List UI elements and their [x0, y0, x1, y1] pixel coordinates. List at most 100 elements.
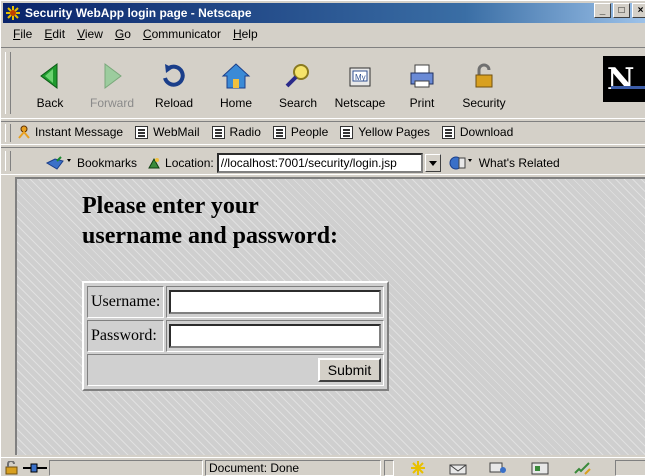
- home-label: Home: [219, 96, 252, 110]
- username-input[interactable]: [169, 290, 382, 314]
- toolbar-grip[interactable]: [5, 52, 11, 114]
- menu-file[interactable]: File: [7, 27, 38, 41]
- minimize-button[interactable]: _: [594, 3, 611, 18]
- instant-message-component-icon[interactable]: [489, 461, 507, 475]
- password-label: Password:: [87, 320, 165, 352]
- bookmarks-label: Bookmarks: [77, 156, 138, 170]
- bookmarks-button[interactable]: Bookmarks: [45, 155, 137, 171]
- url-input[interactable]: [216, 153, 423, 173]
- submit-button[interactable]: Submit: [317, 358, 382, 382]
- search-icon: [285, 64, 309, 88]
- home-button[interactable]: Home: [205, 50, 267, 114]
- netscape-button[interactable]: My Netscape: [329, 50, 391, 114]
- navigator-component-icon[interactable]: [409, 461, 427, 475]
- personal-toolbar: Instant Message WebMail Radio People Yel…: [1, 121, 645, 145]
- page-heading: Please enter your username and password:: [82, 191, 338, 251]
- whats-related-button[interactable]: What's Related: [447, 155, 560, 171]
- bookmarks-icon: [45, 156, 71, 170]
- maximize-icon: □: [618, 4, 625, 16]
- toolbar-grip[interactable]: [5, 151, 11, 171]
- mail-component-icon[interactable]: [449, 461, 467, 475]
- security-status-icon[interactable]: [3, 461, 21, 475]
- menu-label-rest: iew: [84, 27, 103, 41]
- webmail-label: WebMail: [153, 125, 200, 139]
- download-button[interactable]: Download: [441, 125, 514, 139]
- menu-go[interactable]: Go: [109, 27, 137, 41]
- username-cell: [166, 286, 385, 318]
- yellow-pages-button[interactable]: Yellow Pages: [340, 125, 430, 139]
- edit-component-icon[interactable]: [573, 461, 591, 475]
- security-button[interactable]: Security: [453, 50, 515, 114]
- menu-edit[interactable]: Edit: [38, 27, 71, 41]
- search-label: Search: [278, 96, 318, 110]
- forward-button[interactable]: Forward: [81, 50, 143, 114]
- minimize-icon: _: [599, 4, 606, 16]
- print-icon: [410, 64, 434, 88]
- composer-component-icon[interactable]: [531, 461, 549, 475]
- menu-label-rest: dit: [52, 27, 66, 41]
- menu-bar: File Edit View Go Communicator Help: [7, 25, 264, 43]
- instant-message-button[interactable]: Instant Message: [17, 125, 123, 139]
- navigation-toolbar: Back Forward Reload Home Search My Netsc…: [1, 47, 645, 119]
- window-controls: _ □ ×: [594, 3, 645, 18]
- title-bar[interactable]: Security WebApp login page - Netscape: [3, 3, 645, 23]
- forward-arrow-icon: [104, 63, 122, 89]
- bookmark-page-icon: [135, 125, 149, 139]
- location-icon[interactable]: [147, 156, 161, 170]
- page-content: Please enter your username and password:…: [15, 177, 645, 455]
- search-button[interactable]: Search: [267, 50, 329, 114]
- download-label: Download: [459, 125, 514, 139]
- webmail-button[interactable]: WebMail: [135, 125, 200, 139]
- bookmark-page-icon: [340, 125, 354, 139]
- netscape-icon: My: [349, 67, 371, 87]
- menu-view[interactable]: View: [71, 27, 109, 41]
- location-toolbar: Bookmarks Location: What's Related: [1, 147, 645, 175]
- close-button[interactable]: ×: [632, 3, 645, 18]
- menu-label-rest: ile: [20, 27, 33, 41]
- close-icon: ×: [637, 4, 644, 16]
- netscape-logo[interactable]: N: [603, 56, 645, 102]
- svg-text:My: My: [355, 73, 366, 82]
- password-input[interactable]: [169, 324, 382, 348]
- menu-accel: C: [142, 27, 152, 41]
- window-title: Security WebApp login page - Netscape: [25, 6, 252, 20]
- back-arrow-icon: [40, 63, 58, 89]
- location-label: Location:: [165, 156, 214, 170]
- status-text: Document: Done: [205, 460, 381, 476]
- back-button[interactable]: Back: [19, 50, 81, 114]
- username-row: Username:: [87, 286, 385, 318]
- login-form: Username: Password: Submit: [82, 281, 390, 391]
- location-label-group: Location:: [147, 156, 214, 170]
- submit-cell: Submit: [87, 354, 385, 386]
- menu-help[interactable]: Help: [227, 27, 264, 41]
- maximize-button[interactable]: □: [613, 3, 630, 18]
- resize-grip[interactable]: [615, 460, 645, 476]
- heading-line-2: username and password:: [82, 223, 339, 249]
- menu-accel: V: [77, 27, 85, 41]
- bookmark-page-icon: [441, 125, 455, 139]
- security-label: Security: [462, 96, 506, 110]
- print-button[interactable]: Print: [391, 50, 453, 114]
- toolbar-grip[interactable]: [5, 124, 11, 142]
- lock-icon: [475, 63, 493, 88]
- netscape-logo-letter: N: [607, 61, 635, 97]
- connection-status-icon: [23, 463, 47, 473]
- password-cell: [166, 320, 385, 352]
- radio-button[interactable]: Radio: [211, 125, 261, 139]
- reload-button[interactable]: Reload: [143, 50, 205, 114]
- password-row: Password:: [87, 320, 385, 352]
- reload-label: Reload: [154, 96, 194, 110]
- heading-line-1: Please enter your: [82, 193, 259, 219]
- url-dropdown-button[interactable]: [424, 154, 441, 172]
- yellow-pages-label: Yellow Pages: [358, 125, 430, 139]
- print-label: Print: [409, 96, 435, 110]
- people-button[interactable]: People: [272, 125, 328, 139]
- whats-related-icon: [449, 156, 472, 170]
- instant-message-icon: [18, 125, 30, 139]
- chevron-down-icon: [428, 160, 437, 166]
- submit-row: Submit: [87, 354, 385, 386]
- menu-communicator[interactable]: Communicator: [137, 27, 227, 41]
- netscape-label: Netscape: [334, 96, 386, 110]
- menu-label-rest: o: [124, 27, 131, 41]
- reload-icon: [163, 64, 185, 87]
